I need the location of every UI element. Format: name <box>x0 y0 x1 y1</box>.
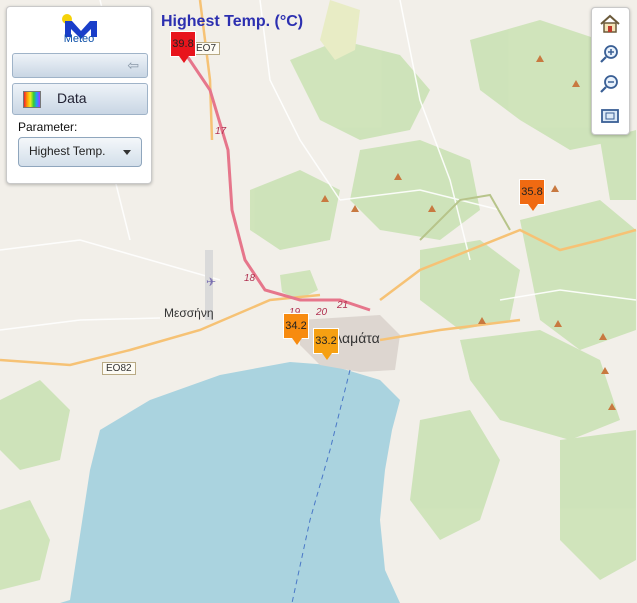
road-number: 18 <box>244 273 256 284</box>
road-number: 21 <box>337 300 349 311</box>
chevron-down-icon <box>123 150 131 155</box>
town-label: Μεσσήνη <box>164 306 214 320</box>
back-arrow-icon: ⇦ <box>127 58 139 74</box>
road-shield: ΕΟ82 <box>102 362 136 375</box>
meteo-logo <box>62 14 97 39</box>
map-title: Highest Temp. (°C) <box>161 13 304 30</box>
color-scale-icon <box>23 91 41 108</box>
data-button[interactable]: Data <box>12 83 148 115</box>
data-button-label: Data <box>57 90 87 106</box>
zoom-in-icon[interactable] <box>597 42 623 66</box>
parameter-select-value: Highest Temp. <box>29 144 106 158</box>
home-icon[interactable] <box>597 12 623 36</box>
road-number: 17 <box>215 126 227 137</box>
temperature-marker[interactable]: 33.2 <box>313 328 339 360</box>
svg-text:✈: ✈ <box>206 275 216 289</box>
map-toolbar <box>591 7 630 135</box>
control-panel: Meteo ⇦ Data Parameter: Highest Temp. <box>6 6 152 184</box>
back-button[interactable]: ⇦ <box>12 53 148 78</box>
temperature-marker[interactable]: 34.2 <box>283 313 309 345</box>
road-number: 20 <box>316 307 328 318</box>
parameter-label: Parameter: <box>18 120 78 134</box>
zoom-extent-icon[interactable] <box>597 104 623 128</box>
parameter-select[interactable]: Highest Temp. <box>18 137 142 167</box>
road-shield: ΕΟ7 <box>192 42 221 55</box>
temperature-marker[interactable]: 39.8 <box>170 31 196 63</box>
zoom-out-icon[interactable] <box>597 72 623 96</box>
temperature-marker[interactable]: 35.8 <box>519 179 545 211</box>
logo-text: Meteo <box>63 33 95 45</box>
